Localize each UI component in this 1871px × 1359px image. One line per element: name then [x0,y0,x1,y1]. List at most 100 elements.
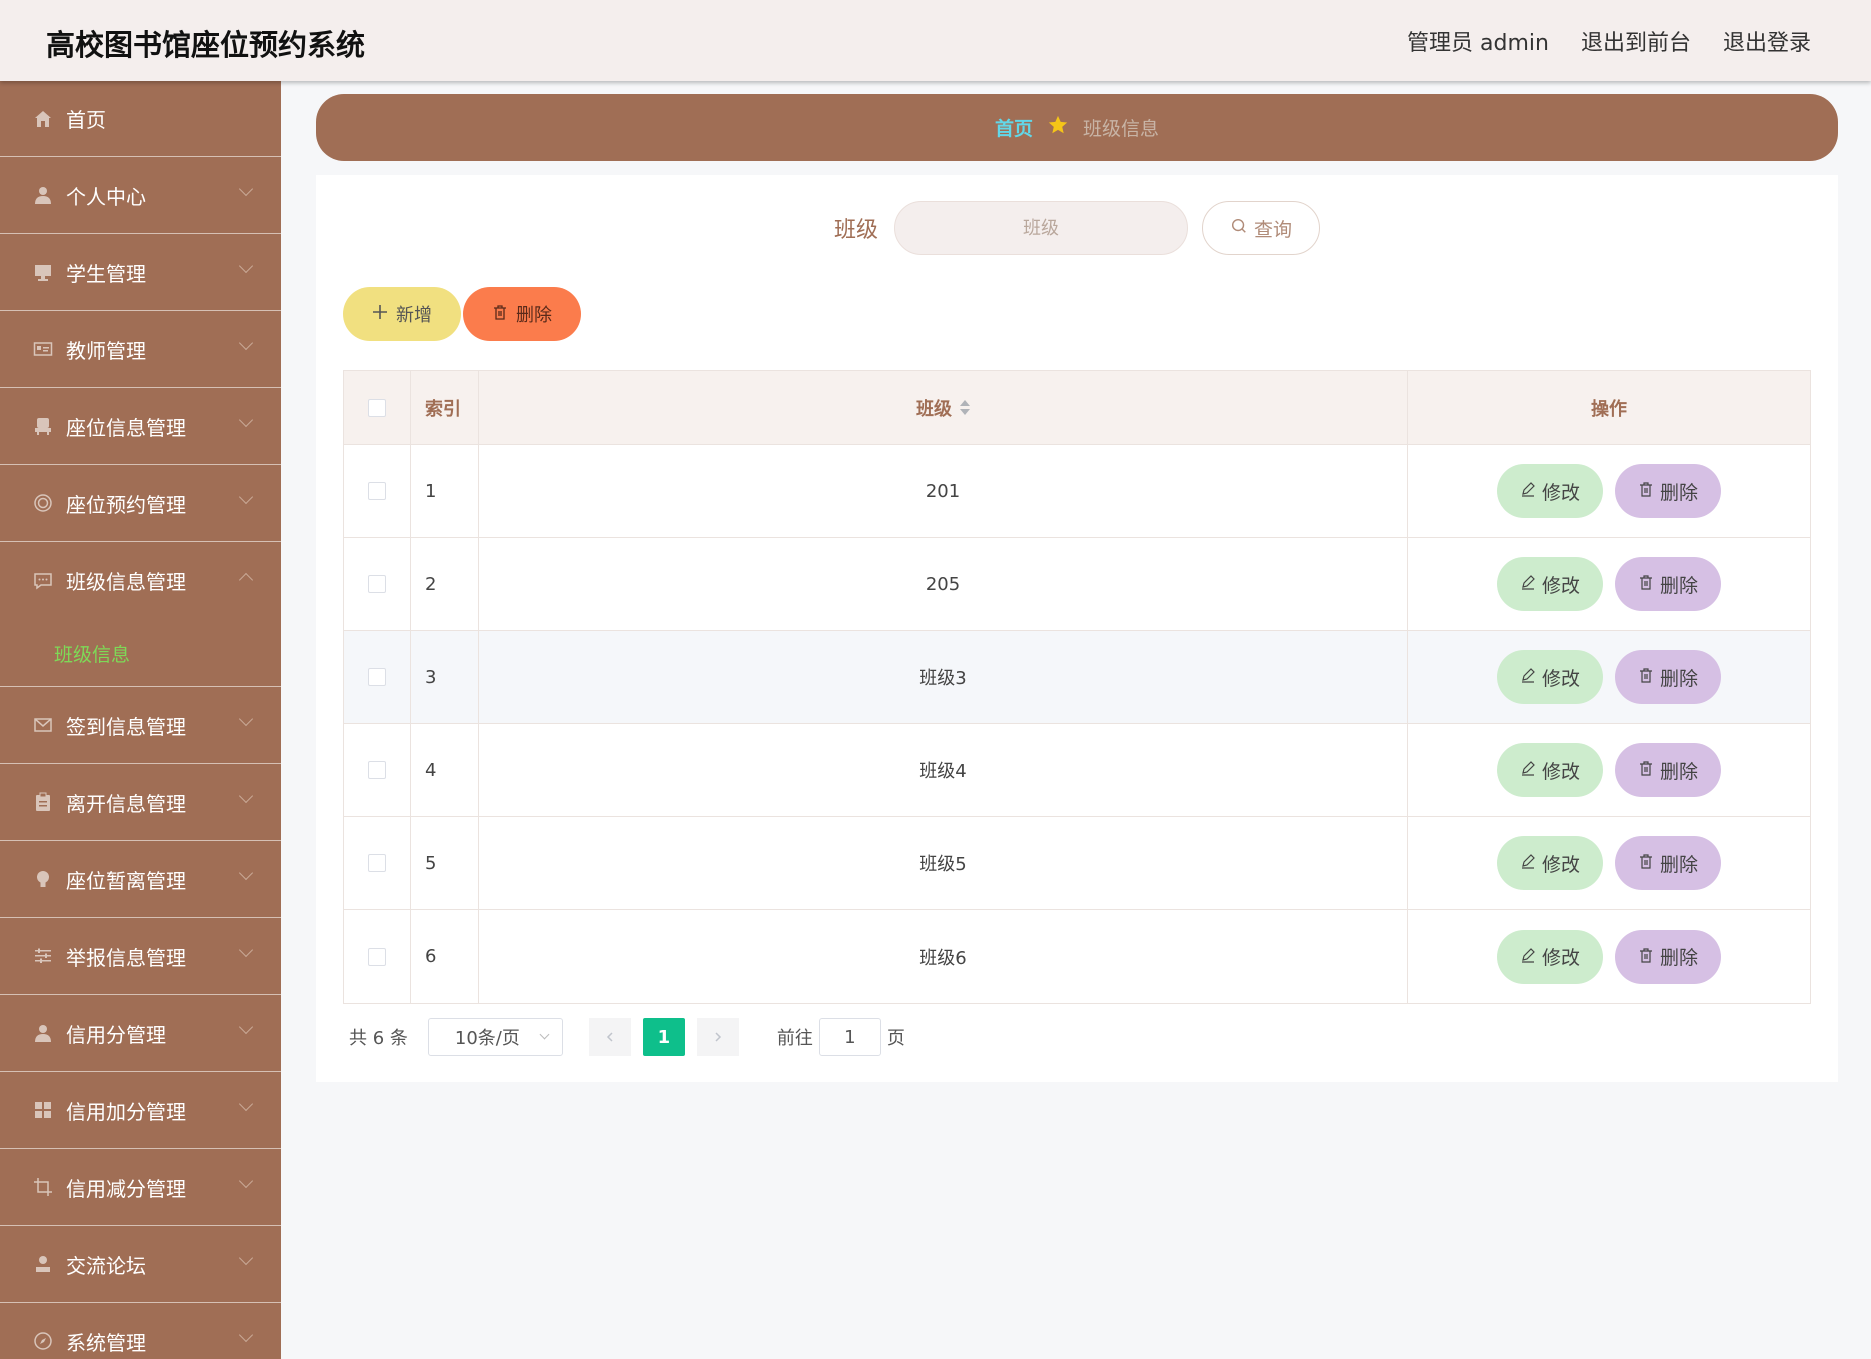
sidebar-item-home[interactable]: 首页 [0,81,281,157]
row-checkbox-cell [344,631,411,723]
row-checkbox[interactable] [368,947,386,966]
edit-button[interactable]: 修改 [1497,929,1603,984]
select-all-checkbox[interactable] [368,398,386,417]
header-actions: 管理员 admin 退出到前台 退出登录 [1407,25,1811,57]
logout-link[interactable]: 退出登录 [1723,25,1811,57]
row-ops: 修改 删除 [1408,631,1810,723]
page-size-select[interactable]: 10条/页 [427,1018,563,1056]
delete-button[interactable]: 删除 [1615,557,1721,611]
sidebar-item-credit-add[interactable]: 信用加分管理 [0,1072,281,1149]
sidebar-item-label: 信用加分管理 [66,1099,186,1124]
sidebar-item-system-mgmt[interactable]: 系统管理 [0,1303,281,1359]
action-buttons: 新增 删除 [343,287,581,341]
search-bar: 班级 查询 [316,201,1838,255]
breadcrumb: 首页 班级信息 [316,94,1838,161]
search-icon [1230,217,1248,240]
chevron-left-icon [604,1027,616,1048]
sidebar-item-leave-info[interactable]: 离开信息管理 [0,764,281,841]
monitor-icon [32,261,54,283]
sidebar-item-class-info-mgmt[interactable]: 班级信息管理 [0,542,281,619]
prev-page-button[interactable] [588,1018,631,1056]
table-row: 4 班级4 修改 删除 [344,724,1810,817]
sidebar-item-report-info[interactable]: 举报信息管理 [0,918,281,995]
delete-button[interactable]: 删除 [1615,650,1721,704]
star-icon [1047,114,1069,142]
trash-icon [1638,573,1654,595]
sidebar-item-seat-info[interactable]: 座位信息管理 [0,388,281,465]
chevron-down-icon [238,335,254,351]
delete-label: 删除 [1659,574,1698,597]
compass-icon [32,1330,54,1352]
delete-label: 删除 [1659,481,1698,504]
delete-button[interactable]: 删除 [1615,929,1721,984]
row-checkbox[interactable] [368,854,386,872]
chevron-down-icon [238,711,254,727]
edit-button[interactable]: 修改 [1497,464,1603,518]
sidebar-item-seat-reservation[interactable]: 座位预约管理 [0,465,281,542]
row-checkbox-cell [344,724,411,816]
row-ops: 修改 删除 [1408,910,1810,1003]
exit-to-front-link[interactable]: 退出到前台 [1581,25,1691,57]
row-ops: 修改 删除 [1408,724,1810,816]
sidebar-item-teacher-mgmt[interactable]: 教师管理 [0,311,281,388]
row-class: 班级5 [479,817,1408,909]
chevron-down-icon [238,865,254,881]
goto-label: 前往 [776,1028,813,1049]
trash-icon [1638,946,1654,968]
id-card-icon [32,338,54,360]
submenu-item-class-info[interactable]: 班级信息 [0,619,281,687]
class-search-input[interactable] [894,201,1188,255]
breadcrumb-home-link[interactable]: 首页 [995,114,1033,141]
delete-button[interactable]: 删除 [1615,743,1721,797]
delete-button[interactable]: 删除 [1615,836,1721,890]
next-page-button[interactable] [696,1018,739,1056]
chevron-down-icon [238,942,254,958]
edit-button[interactable]: 修改 [1497,743,1603,797]
sidebar-item-seat-away[interactable]: 座位暂离管理 [0,841,281,918]
trash-icon [492,304,508,325]
sidebar-item-label: 座位信息管理 [66,415,186,440]
row-checkbox[interactable] [368,482,386,500]
bulk-delete-button[interactable]: 删除 [463,287,581,341]
header-class[interactable]: 班级 [479,371,1408,444]
row-checkbox[interactable] [368,575,386,593]
sidebar-item-forum[interactable]: 交流论坛 [0,1226,281,1303]
row-ops: 修改 删除 [1408,817,1810,909]
page-number-current[interactable]: 1 [642,1018,685,1056]
table-row: 6 班级6 修改 删除 [344,910,1810,1003]
edit-button[interactable]: 修改 [1497,557,1603,611]
row-class: 班级3 [479,631,1408,723]
row-checkbox[interactable] [368,761,386,779]
chevron-down-icon [238,788,254,804]
sidebar-item-label: 离开信息管理 [66,791,186,816]
query-button-label: 查询 [1253,218,1292,241]
row-checkbox[interactable] [368,668,386,686]
sidebar-item-student-mgmt[interactable]: 学生管理 [0,234,281,311]
sidebar-item-credit-score[interactable]: 信用分管理 [0,995,281,1072]
sidebar-item-checkin-info[interactable]: 签到信息管理 [0,687,281,764]
chevron-down-icon [238,489,254,505]
delete-label: 删除 [1659,760,1698,783]
sort-icon[interactable] [960,400,970,415]
edit-button[interactable]: 修改 [1497,836,1603,890]
app-title: 高校图书馆座位预约系统 [46,28,366,62]
delete-button[interactable]: 删除 [1615,464,1721,518]
crop-icon [32,1176,54,1198]
row-index: 4 [411,724,479,816]
query-button[interactable]: 查询 [1202,201,1320,255]
header-checkbox-cell [344,371,411,444]
goto-page-input[interactable] [818,1018,881,1056]
add-button[interactable]: 新增 [343,287,461,341]
sidebar-item-credit-deduct[interactable]: 信用减分管理 [0,1149,281,1226]
sidebar-item-personal-center[interactable]: 个人中心 [0,157,281,234]
edit-label: 修改 [1541,574,1580,597]
page-size-value: 10条/页 [454,1028,520,1049]
main-panel: 班级 查询 新增 删除 索引 班级 [316,175,1838,1082]
chevron-right-icon [712,1027,724,1048]
sidebar-item-label: 首页 [66,108,106,132]
admin-user-label[interactable]: 管理员 admin [1407,25,1549,57]
edit-button[interactable]: 修改 [1497,650,1603,704]
row-index: 5 [411,817,479,909]
sidebar-item-label: 举报信息管理 [66,945,186,970]
pencil-icon [1520,480,1536,502]
